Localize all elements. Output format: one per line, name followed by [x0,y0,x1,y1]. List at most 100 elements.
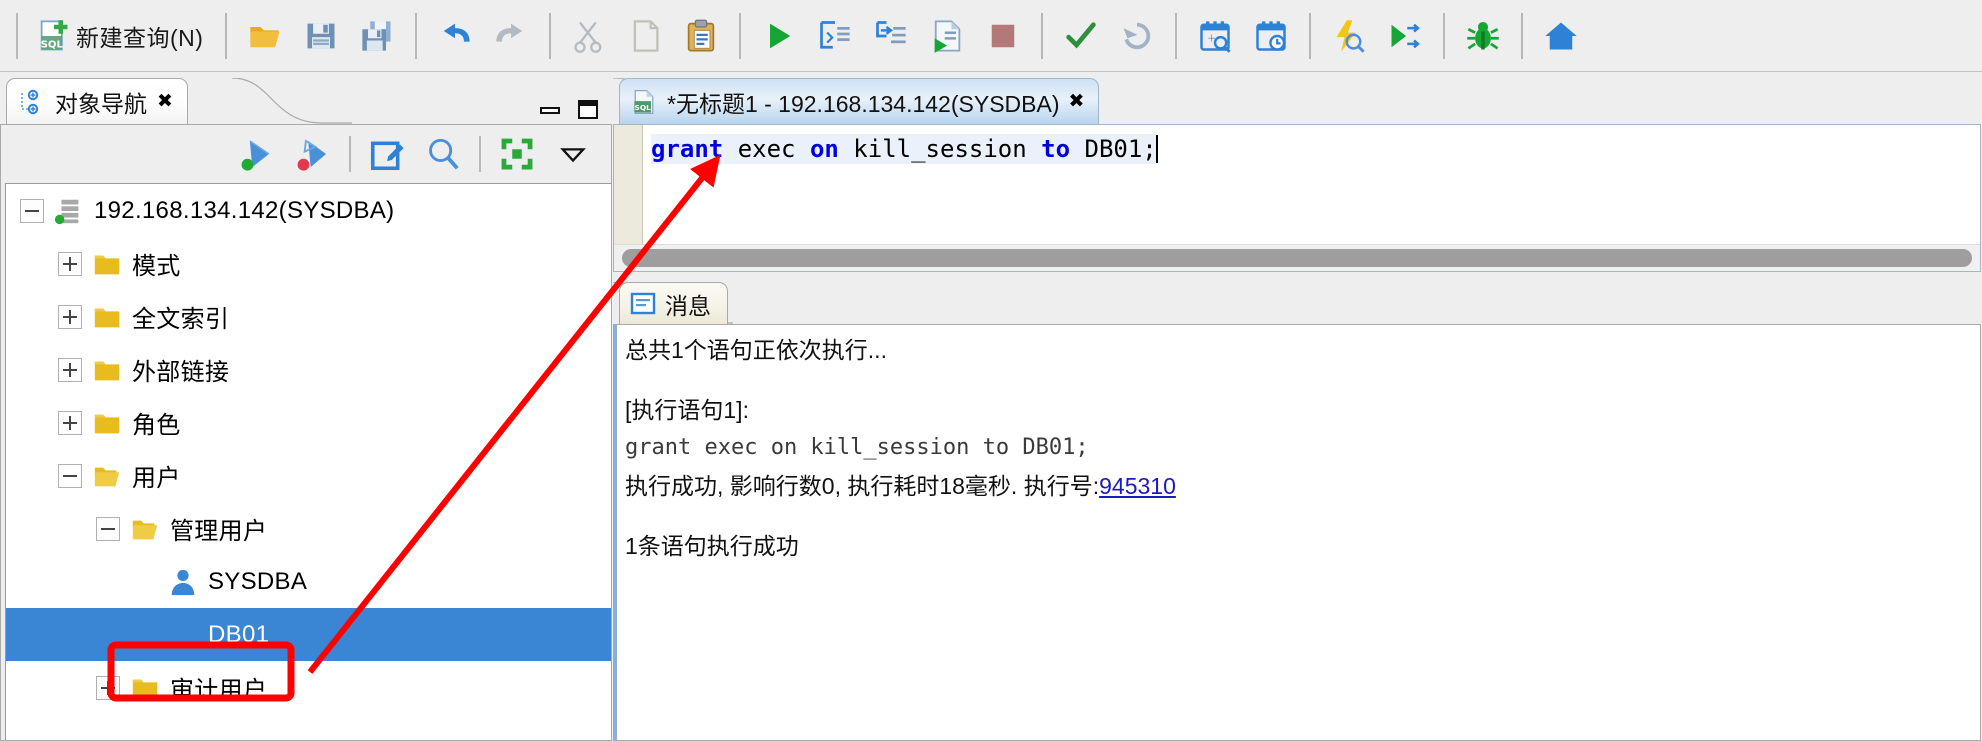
sql-keyword: grant [651,135,724,163]
collapse-icon[interactable] [20,198,44,223]
tree-node[interactable]: 管理用户 [6,502,611,555]
sql-new-icon: SQL [41,19,68,50]
search-object-button[interactable] [415,130,471,178]
view-menu-button[interactable] [545,130,601,178]
tree-node-label: 模式 [132,253,181,280]
disconnect-red-icon [297,139,327,171]
collapse-icon[interactable] [96,516,120,541]
message-line: grant exec on kill_session to DB01; [625,435,1089,460]
run-to-cursor-button[interactable] [1377,8,1433,64]
stop-button[interactable] [975,8,1031,64]
open-file-button[interactable] [237,8,293,64]
collapse-icon[interactable] [58,463,82,488]
tree-node[interactable]: 审计用户 [6,661,611,714]
tree-node[interactable]: 192.168.134.142(SYSDBA) [6,184,611,237]
save-button[interactable] [293,8,349,64]
copy-button[interactable] [617,8,673,64]
collapse-all-green-icon [501,138,533,170]
edit-object-button[interactable] [359,130,415,178]
copy-icon [634,19,659,52]
tree-node-label: 管理用户 [170,518,268,545]
save-icon [307,23,335,48]
minimize-button[interactable] [539,98,561,120]
tree-node[interactable]: 角色 [6,396,611,449]
paste-button[interactable] [673,8,729,64]
collapse-all-button[interactable] [489,130,545,178]
rollback-icon [1123,22,1151,49]
object-navigator-panel: 对象导航 ✖ 192.168.134.142(SYSDBA) 模式 全文索引 外… [0,72,613,741]
sql-editor-area[interactable]: grant exec on kill_session to DB01; [613,124,1981,272]
calendar-clock-icon [1256,20,1287,51]
folder-open-icon [94,467,120,486]
undo-button[interactable] [427,8,483,64]
execute-into-button[interactable] [863,8,919,64]
expand-icon[interactable] [58,304,82,329]
sql-text: kill_session [838,135,1042,163]
tree-node[interactable]: 用户 [6,449,611,502]
rollback-button[interactable] [1109,8,1165,64]
execute-button[interactable] [751,8,807,64]
redo-button[interactable] [483,8,539,64]
object-navigator-icon [21,89,39,114]
new-query-label: 新建查询(N) [76,24,204,51]
toolbar-separator [549,12,552,59]
execution-id-link[interactable]: 945310 [1099,473,1176,499]
folder-icon [94,361,120,380]
execute-step-button[interactable] [807,8,863,64]
expand-icon[interactable] [96,675,120,700]
tree-node-label: 用户 [132,465,181,492]
cut-button[interactable] [561,8,617,64]
navigator-separator [479,136,481,172]
object-tree[interactable]: 192.168.134.142(SYSDBA) 模式全文索引外部链接角色用户管理用… [5,183,611,740]
tree-node-label: 192.168.134.142(SYSDBA) [94,196,395,224]
expand-icon[interactable] [58,410,82,435]
connect-button[interactable] [229,130,285,178]
toolbar-separator [16,12,18,59]
messages-output[interactable]: 总共1个语句正依次执行... [执行语句1]: grant exec on kill… [613,324,1981,741]
folder-icon [132,679,158,698]
debug-button[interactable] [1455,8,1511,64]
tab-object-navigator[interactable]: 对象导航 ✖ [6,78,188,124]
commit-button[interactable] [1053,8,1109,64]
schedule-button[interactable] [1243,8,1299,64]
execute-script-button[interactable] [919,8,975,64]
object-navigator-body: 192.168.134.142(SYSDBA) 模式全文索引外部链接角色用户管理用… [0,124,612,741]
maximize-button[interactable] [577,98,599,120]
main-toolbar: SQL 新建查询(N) ＋ [0,0,1982,72]
editor-horizontal-scrollbar[interactable] [614,244,1980,271]
sql-keyword: to [1041,135,1071,163]
sql-file-icon: SQL [634,89,654,114]
tree-node[interactable]: 模式 [6,237,611,290]
tree-node-selected[interactable]: DB01 [6,608,611,661]
tree-node[interactable]: SYSDBA [6,555,611,608]
plan-analyze-button[interactable]: ＋ [1187,8,1243,64]
tree-node[interactable]: 外部链接 [6,343,611,396]
tree-node-label: 外部链接 [132,359,230,386]
close-icon[interactable]: ✖ [1068,92,1084,111]
tab-sql-editor[interactable]: SQL *无标题1 - 192.168.134.142(SYSDBA) ✖ [619,78,1100,124]
sql-code-text[interactable]: grant exec on kill_session to DB01; [643,125,1980,244]
save-as-button[interactable] [349,8,405,64]
sql-editor-inner: grant exec on kill_session to DB01; [614,125,1980,244]
tree-node[interactable]: 全文索引 [6,290,611,343]
expand-icon[interactable] [58,357,82,382]
tree-node-label: 全文索引 [132,306,230,333]
toolbar-separator [1041,12,1044,59]
expand-icon[interactable] [58,251,82,276]
explain-plan-button[interactable] [1321,8,1377,64]
new-query-button[interactable]: SQL 新建查询(N) [28,8,215,64]
save-as-icon [362,20,391,51]
close-icon[interactable]: ✖ [157,92,173,111]
home-button[interactable] [1533,8,1589,64]
home-icon [1545,22,1578,49]
scrollbar-thumb[interactable] [622,249,1972,267]
text-caret [1155,135,1158,163]
bug-icon [1467,21,1500,49]
tab-messages[interactable]: 消息 [619,282,728,324]
sql-code-line: grant exec on kill_session to DB01; [651,134,1157,164]
tree-node-label: 审计用户 [170,677,268,704]
tree-node-label: SYSDBA [208,567,308,595]
disconnect-button[interactable] [285,130,341,178]
svg-text:SQL: SQL [634,102,651,111]
